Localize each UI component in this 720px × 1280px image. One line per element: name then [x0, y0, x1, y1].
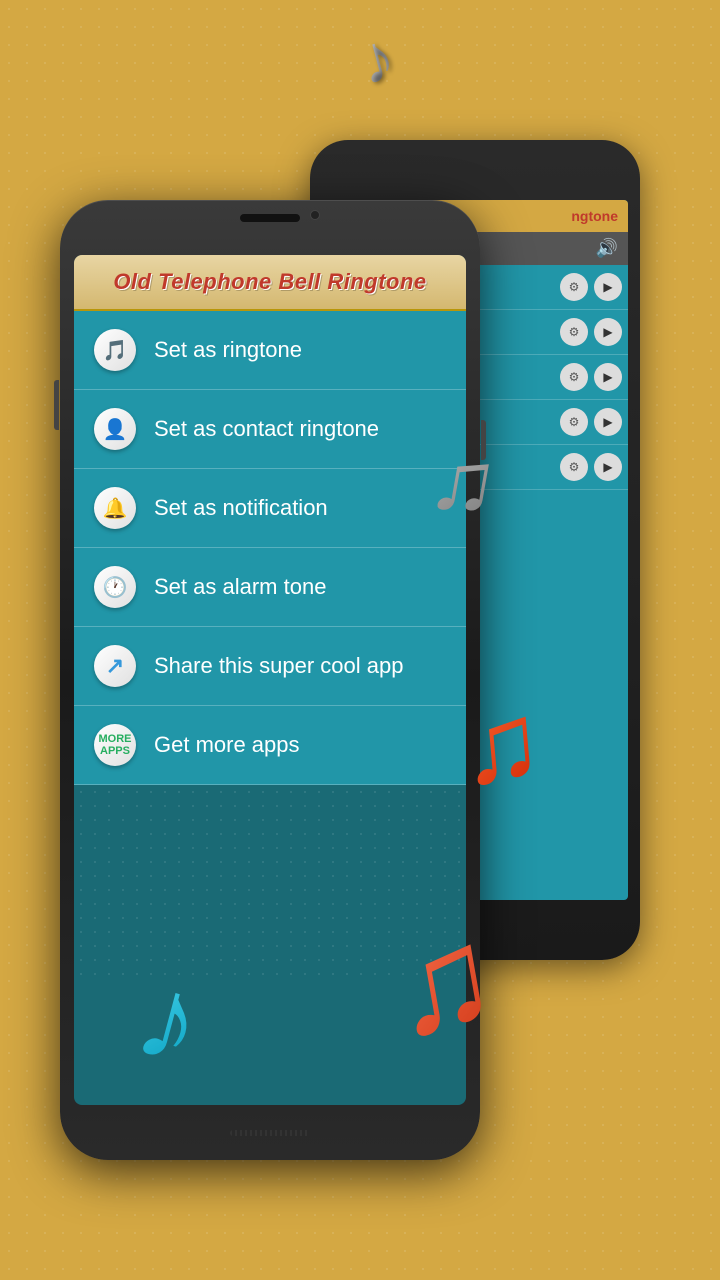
share-icon: ↗ — [94, 645, 136, 687]
speaker-grill — [230, 1130, 310, 1136]
back-play-icon-1: ▶ — [594, 273, 622, 301]
note-red: ♫ — [455, 677, 548, 811]
menu-item-contact-ringtone[interactable]: 👤 Set as contact ringtone — [74, 390, 466, 469]
back-play-icon-5: ▶ — [594, 453, 622, 481]
back-play-icon-4: ▶ — [594, 408, 622, 436]
menu-list: 🎵 Set as ringtone 👤 Set as contact ringt… — [74, 311, 466, 785]
menu-item-share[interactable]: ↗ Share this super cool app — [74, 627, 466, 706]
note-silver-top: ♪ — [350, 17, 403, 101]
menu-item-more-apps[interactable]: MOREAPPS Get more apps — [74, 706, 466, 785]
ringtone-icon: 🎵 — [94, 329, 136, 371]
contact-ringtone-label: Set as contact ringtone — [154, 416, 379, 442]
app-title-bar: Old Telephone Bell Ringtone — [74, 255, 466, 311]
back-play-icon-2: ▶ — [594, 318, 622, 346]
back-gear-icon-2: ⚙ — [560, 318, 588, 346]
scene: ngtone 🔊 ⚙ ▶ ⚙ ▶ ⚙ ▶ ⚙ ▶ ⚙ — [0, 0, 720, 1280]
menu-item-alarm[interactable]: 🕐 Set as alarm tone — [74, 548, 466, 627]
menu-item-ringtone[interactable]: 🎵 Set as ringtone — [74, 311, 466, 390]
alarm-label: Set as alarm tone — [154, 574, 326, 600]
back-gear-icon-5: ⚙ — [560, 453, 588, 481]
ringtone-label: Set as ringtone — [154, 337, 302, 363]
contact-ringtone-icon: 👤 — [94, 408, 136, 450]
share-label: Share this super cool app — [154, 653, 404, 679]
notification-icon: 🔔 — [94, 487, 136, 529]
back-gear-icon-3: ⚙ — [560, 363, 588, 391]
sound-icon: 🔊 — [596, 238, 618, 259]
notification-label: Set as notification — [154, 495, 328, 521]
alarm-icon: 🕐 — [94, 566, 136, 608]
back-header-text: ngtone — [571, 208, 618, 224]
phone-notch — [240, 214, 300, 222]
app-title: Old Telephone Bell Ringtone — [113, 269, 426, 294]
volume-button[interactable] — [54, 380, 59, 430]
back-gear-icon-4: ⚙ — [560, 408, 588, 436]
more-apps-icon: MOREAPPS — [94, 724, 136, 766]
menu-item-notification[interactable]: 🔔 Set as notification — [74, 469, 466, 548]
back-play-icon-3: ▶ — [594, 363, 622, 391]
more-apps-label: Get more apps — [154, 732, 300, 758]
back-gear-icon-1: ⚙ — [560, 273, 588, 301]
phone-camera — [310, 210, 320, 220]
